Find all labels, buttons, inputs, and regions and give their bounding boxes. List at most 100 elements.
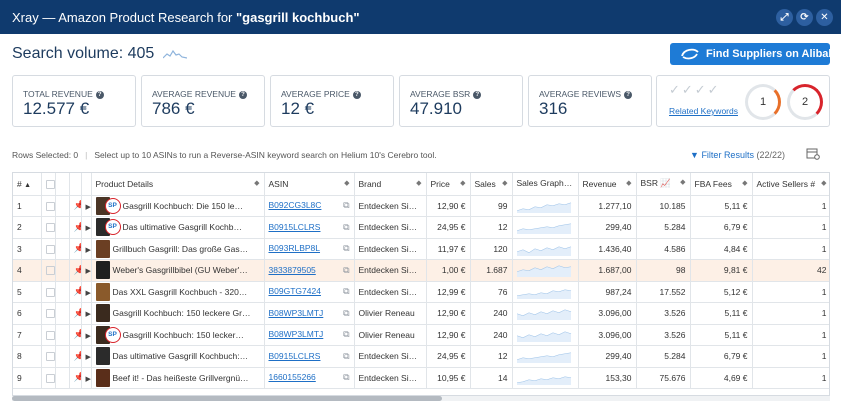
- product-details-cell[interactable]: SP Das ultimative Gasgrill Kochb…: [91, 216, 265, 239]
- table-row[interactable]: 9 📌▶ Beef it! - Das heißeste Grillvergnü… 1…: [13, 367, 829, 389]
- product-details-cell[interactable]: Grillbuch Gasgrill: Das große Gas…: [91, 238, 265, 260]
- sales-graph-cell[interactable]: [512, 259, 579, 282]
- col-header-product-details[interactable]: Product Details ◆: [91, 173, 265, 196]
- asin-link[interactable]: B093RLBP8L: [269, 243, 321, 253]
- scrollbar-thumb[interactable]: [12, 396, 442, 401]
- copy-icon[interactable]: ⧉: [343, 308, 349, 319]
- refresh-icon[interactable]: ⟳: [796, 9, 813, 26]
- table-row[interactable]: 4 📌▶ Weber's Gasgrillbibel (GU Weber'… 3833…: [13, 259, 829, 282]
- row-checkbox[interactable]: [41, 195, 56, 217]
- close-icon[interactable]: ✕: [816, 9, 833, 26]
- sales-graph-cell[interactable]: [512, 367, 579, 389]
- col-header-brand[interactable]: Brand ◆: [354, 173, 427, 196]
- table-row[interactable]: 3 📌▶ Grillbuch Gasgrill: Das große Gas… B09…: [13, 238, 829, 260]
- product-details-cell[interactable]: Beef it! - Das heißeste Grillvergnü…: [91, 367, 265, 389]
- table-row[interactable]: 1📌▶SPGasgrill Kochbuch: Die 150 le…B092C…: [13, 195, 829, 217]
- copy-icon[interactable]: ⧉: [343, 222, 349, 233]
- copy-icon[interactable]: ⧉: [343, 286, 349, 297]
- keyword-ring-2[interactable]: 2: [787, 84, 823, 120]
- copy-icon[interactable]: ⧉: [343, 265, 349, 276]
- sales-graph-cell[interactable]: [512, 216, 579, 239]
- col-header-bsr[interactable]: BSR 📈 ◆: [636, 173, 691, 196]
- row-checkbox[interactable]: [41, 302, 56, 325]
- help-icon[interactable]: ?: [473, 91, 482, 99]
- sales-graph-cell[interactable]: [512, 324, 579, 346]
- help-icon[interactable]: ?: [95, 91, 104, 99]
- asin-link[interactable]: B092CG3L8C: [269, 200, 322, 210]
- row-checkbox[interactable]: [41, 238, 56, 260]
- col-header-price[interactable]: Price ◆: [426, 173, 471, 196]
- expand-icon[interactable]: ⤢: [776, 9, 793, 26]
- row-checkbox[interactable]: [41, 216, 56, 239]
- row-checkbox[interactable]: [41, 345, 56, 368]
- col-header-asin[interactable]: ASIN ◆: [264, 173, 355, 196]
- col-header-number[interactable]: # ▲: [13, 173, 42, 196]
- filter-results-button[interactable]: ▼ Filter Results (22/22): [690, 150, 785, 160]
- row-checkbox[interactable]: [41, 367, 56, 389]
- pin-icon[interactable]: 📌: [69, 324, 82, 346]
- asin-link[interactable]: 3833879505: [269, 265, 316, 275]
- help-icon[interactable]: ?: [624, 91, 633, 99]
- expand-row-icon[interactable]: ▶: [81, 281, 92, 303]
- sales-graph-cell[interactable]: [512, 238, 579, 260]
- pin-icon[interactable]: 📌: [69, 367, 82, 389]
- expand-row-icon[interactable]: ▶: [81, 345, 92, 368]
- help-icon[interactable]: ?: [238, 91, 247, 99]
- pin-icon[interactable]: 📌: [69, 238, 82, 260]
- table-row[interactable]: 8 📌▶ Das ultimative Gasgrill Kochbuch:… B09…: [13, 345, 829, 368]
- expand-row-icon[interactable]: ▶: [81, 302, 92, 325]
- asin-link[interactable]: B09GTG7424: [269, 286, 321, 296]
- copy-icon[interactable]: ⧉: [343, 351, 349, 362]
- table-row[interactable]: 6 📌▶ Gasgrill Kochbuch: 150 leckere Gr… B08…: [13, 302, 829, 325]
- sales-graph-cell[interactable]: [512, 345, 579, 368]
- copy-icon[interactable]: ⧉: [343, 200, 349, 211]
- asin-link[interactable]: 1660155266: [269, 372, 316, 382]
- col-header-sales[interactable]: Sales ◆: [470, 173, 513, 196]
- copy-icon[interactable]: ⧉: [343, 329, 349, 340]
- product-details-cell[interactable]: Gasgrill Kochbuch: 150 leckere Gr…: [91, 302, 265, 325]
- sales-graph-cell[interactable]: [512, 302, 579, 325]
- help-icon[interactable]: ?: [352, 91, 361, 99]
- find-suppliers-alibaba-button[interactable]: Find Suppliers on Alibaba: [670, 43, 841, 65]
- table-row[interactable]: 2📌▶SPDas ultimative Gasgrill Kochb…B0915…: [13, 216, 829, 239]
- expand-row-icon[interactable]: ▶: [81, 195, 92, 217]
- product-details-cell[interactable]: Weber's Gasgrillbibel (GU Weber'…: [91, 259, 265, 282]
- table-row[interactable]: 7📌▶SPGasgrill Kochbuch: 150 lecker…B08WP…: [13, 324, 829, 346]
- copy-icon[interactable]: ⧉: [343, 243, 349, 254]
- pin-icon[interactable]: 📌: [69, 216, 82, 239]
- asin-link[interactable]: B08WP3LMTJ: [269, 308, 324, 318]
- pin-icon[interactable]: 📌: [69, 345, 82, 368]
- keyword-ring-1[interactable]: 1: [745, 84, 781, 120]
- expand-row-icon[interactable]: ▶: [81, 216, 92, 239]
- product-details-cell[interactable]: Das ultimative Gasgrill Kochbuch:…: [91, 345, 265, 368]
- table-row[interactable]: 5 📌▶ Das XXL Gasgrill Kochbuch - 320… B09GT…: [13, 281, 829, 303]
- asin-link[interactable]: B0915LCLRS: [269, 222, 321, 232]
- sales-graph-cell[interactable]: [512, 281, 579, 303]
- asin-link[interactable]: B0915LCLRS: [269, 351, 321, 361]
- row-checkbox[interactable]: [41, 281, 56, 303]
- col-header-select[interactable]: [41, 173, 56, 196]
- col-header-sales-graph[interactable]: Sales Graph 📈: [512, 173, 579, 196]
- asin-link[interactable]: B08WP3LMTJ: [269, 329, 324, 339]
- copy-icon[interactable]: ⧉: [343, 372, 349, 383]
- pin-icon[interactable]: 📌: [69, 259, 82, 282]
- row-checkbox[interactable]: [41, 324, 56, 346]
- related-keywords-link[interactable]: Related Keywords: [669, 106, 738, 116]
- expand-row-icon[interactable]: ▶: [81, 238, 92, 260]
- product-details-cell[interactable]: SP Gasgrill Kochbuch: 150 lecker…: [91, 324, 265, 346]
- pin-icon[interactable]: 📌: [69, 281, 82, 303]
- expand-row-icon[interactable]: ▶: [81, 324, 92, 346]
- col-header-revenue[interactable]: Revenue ◆: [578, 173, 637, 196]
- column-settings-icon[interactable]: [806, 148, 820, 160]
- sales-graph-cell[interactable]: [512, 195, 579, 217]
- expand-row-icon[interactable]: ▶: [81, 367, 92, 389]
- product-details-cell[interactable]: Das XXL Gasgrill Kochbuch - 320…: [91, 281, 265, 303]
- expand-row-icon[interactable]: ▶: [81, 259, 92, 282]
- horizontal-scrollbar[interactable]: [12, 396, 830, 401]
- col-header-fba-fees[interactable]: FBA Fees ◆: [690, 173, 753, 196]
- pin-icon[interactable]: 📌: [69, 195, 82, 217]
- product-details-cell[interactable]: SP Gasgrill Kochbuch: Die 150 le…: [91, 195, 265, 217]
- pin-icon[interactable]: 📌: [69, 302, 82, 325]
- col-header-active-sellers[interactable]: Active Sellers # ◆: [752, 173, 829, 196]
- row-checkbox[interactable]: [41, 259, 56, 282]
